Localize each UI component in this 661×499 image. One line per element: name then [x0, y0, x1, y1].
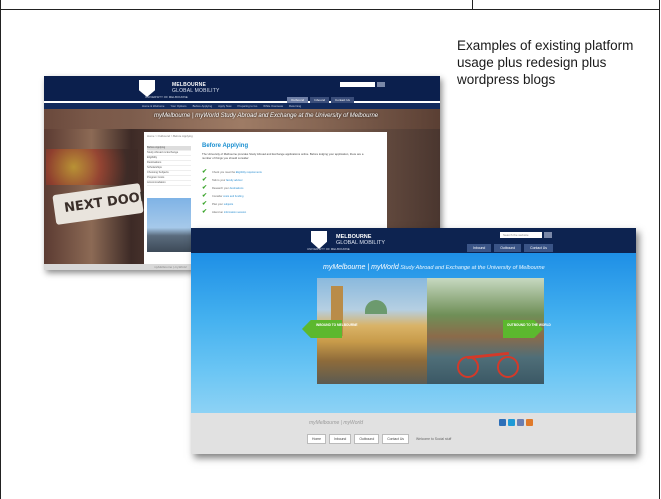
- site-header: [191, 228, 636, 253]
- footer-nav-home[interactable]: Home: [307, 434, 327, 444]
- social-icon[interactable]: [526, 419, 533, 426]
- banner-title: myMelbourne | myWorld Study Abroad and E…: [154, 113, 379, 119]
- outbound-arrow-label: OUTBOUND TO THE WORLD: [507, 323, 551, 327]
- social-icons: [499, 419, 533, 426]
- table-column-divider: [472, 0, 473, 10]
- checklist-item: ✔ Plan your subjects: [202, 200, 262, 208]
- search-placeholder: Search the website: [503, 233, 529, 237]
- tab-outbound[interactable]: Outbound: [494, 244, 522, 252]
- graffiti-artwork: [46, 149, 138, 185]
- side-menu-item[interactable]: Accommodation: [147, 181, 191, 186]
- bike-wheel: [457, 356, 479, 378]
- social-icon[interactable]: [508, 419, 515, 426]
- checklist-text: Talk to your: [212, 178, 226, 182]
- social-icon[interactable]: [517, 419, 524, 426]
- caption-line-2: usage plus redesign plus: [457, 55, 607, 70]
- bicycle-icon: [457, 340, 521, 380]
- checklist-text: Attend an: [212, 210, 224, 214]
- checkmark-icon: ✔: [202, 200, 208, 207]
- tagline-brand: myMelbourne | myWorld: [323, 264, 399, 271]
- checklist-text: Research your: [212, 186, 230, 190]
- breadcrumb[interactable]: Home > Outbound > Before Applying: [147, 134, 193, 138]
- checklist-link[interactable]: destinations: [230, 187, 244, 190]
- footer-nav-inbound[interactable]: Inbound: [329, 434, 352, 444]
- tab-contact-us[interactable]: Contact Us: [524, 244, 553, 252]
- caption-line-3: wordpress blogs: [457, 72, 556, 87]
- banner-stripe: [44, 109, 440, 129]
- site-brand[interactable]: MELBOURNE GLOBAL MOBILITY: [172, 82, 220, 94]
- checklist-text: Plan your: [212, 202, 224, 206]
- checklist-link[interactable]: subjects: [224, 203, 234, 206]
- footer-logo: myMelbourne | myWorld: [154, 265, 187, 269]
- station-dome: [365, 300, 387, 314]
- checkmark-icon: ✔: [202, 168, 208, 175]
- checklist-item: ✔ Talk to your faculty advisor: [202, 176, 262, 184]
- checklist: ✔ Check you meet the Eligibility requirem…: [202, 168, 262, 216]
- bike-wheel: [497, 356, 519, 378]
- caption-line-1: Examples of existing platform: [457, 38, 634, 53]
- search-button[interactable]: [544, 232, 552, 238]
- university-label: UNIVERSITY OF MELBOURNE: [145, 95, 188, 99]
- checkmark-icon: ✔: [202, 184, 208, 191]
- search-input[interactable]: [340, 82, 375, 87]
- checklist-link[interactable]: information session: [224, 211, 246, 214]
- checklist-item: ✔ Check you meet the Eligibility requirem…: [202, 168, 262, 176]
- page-body-text: The University of Melbourne provides Stu…: [202, 152, 364, 160]
- tab-inbound[interactable]: Inbound: [467, 244, 492, 252]
- redesign-screenshot: UNIVERSITY OF MELBOURNE MELBOURNE GLOBAL…: [191, 228, 636, 454]
- checklist-link[interactable]: Eligibility requirements: [236, 171, 262, 174]
- page-heading: Before Applying: [202, 143, 249, 149]
- checklist-link[interactable]: faculty advisor: [226, 179, 243, 182]
- brand-subtitle: GLOBAL MOBILITY: [336, 240, 386, 246]
- footer-nav-extra[interactable]: Welcome to Social stuff: [412, 435, 455, 443]
- checkmark-icon: ✔: [202, 192, 208, 199]
- checklist-item: ✔ Consider costs and funding: [202, 192, 262, 200]
- footer-nav-outbound[interactable]: Outbound: [354, 434, 380, 444]
- side-city-photo: [147, 198, 191, 252]
- checklist-item: ✔ Attend an information session: [202, 208, 262, 216]
- table-top-rule: [0, 0, 660, 10]
- checkmark-icon: ✔: [202, 208, 208, 215]
- checklist-link[interactable]: costs and funding: [223, 195, 243, 198]
- social-icon[interactable]: [499, 419, 506, 426]
- tagline-text: Study Abroad and Exchange at the Univers…: [400, 265, 545, 271]
- footer-logo: myMelbourne | myWorld: [309, 420, 364, 426]
- header-tabs: Inbound Outbound Contact Us: [467, 244, 553, 252]
- inbound-arrow-label: INBOUND TO MELBOURNE: [316, 323, 358, 327]
- hero-tagline: myMelbourne | myWorld Study Abroad and E…: [323, 264, 545, 271]
- footer-nav: Home Inbound Outbound Contact Us Welcome…: [307, 434, 455, 444]
- site-brand[interactable]: MELBOURNE GLOBAL MOBILITY: [336, 234, 385, 246]
- university-label: UNIVERSITY OF MELBOURNE: [307, 247, 350, 251]
- side-menu: Before Applying Study Abroad vs Exchange…: [147, 146, 191, 186]
- slide-caption: Examples of existing platform usage plus…: [457, 37, 652, 88]
- search-button[interactable]: [377, 82, 385, 87]
- checkmark-icon: ✔: [202, 176, 208, 183]
- checklist-item: ✔ Research your destinations: [202, 184, 262, 192]
- checklist-text: Check you meet the: [212, 170, 236, 174]
- checklist-text: Consider: [212, 194, 224, 198]
- site-header: [44, 76, 440, 101]
- brand-subtitle: GLOBAL MOBILITY: [172, 88, 220, 94]
- footer-nav-contact[interactable]: Contact Us: [382, 434, 409, 444]
